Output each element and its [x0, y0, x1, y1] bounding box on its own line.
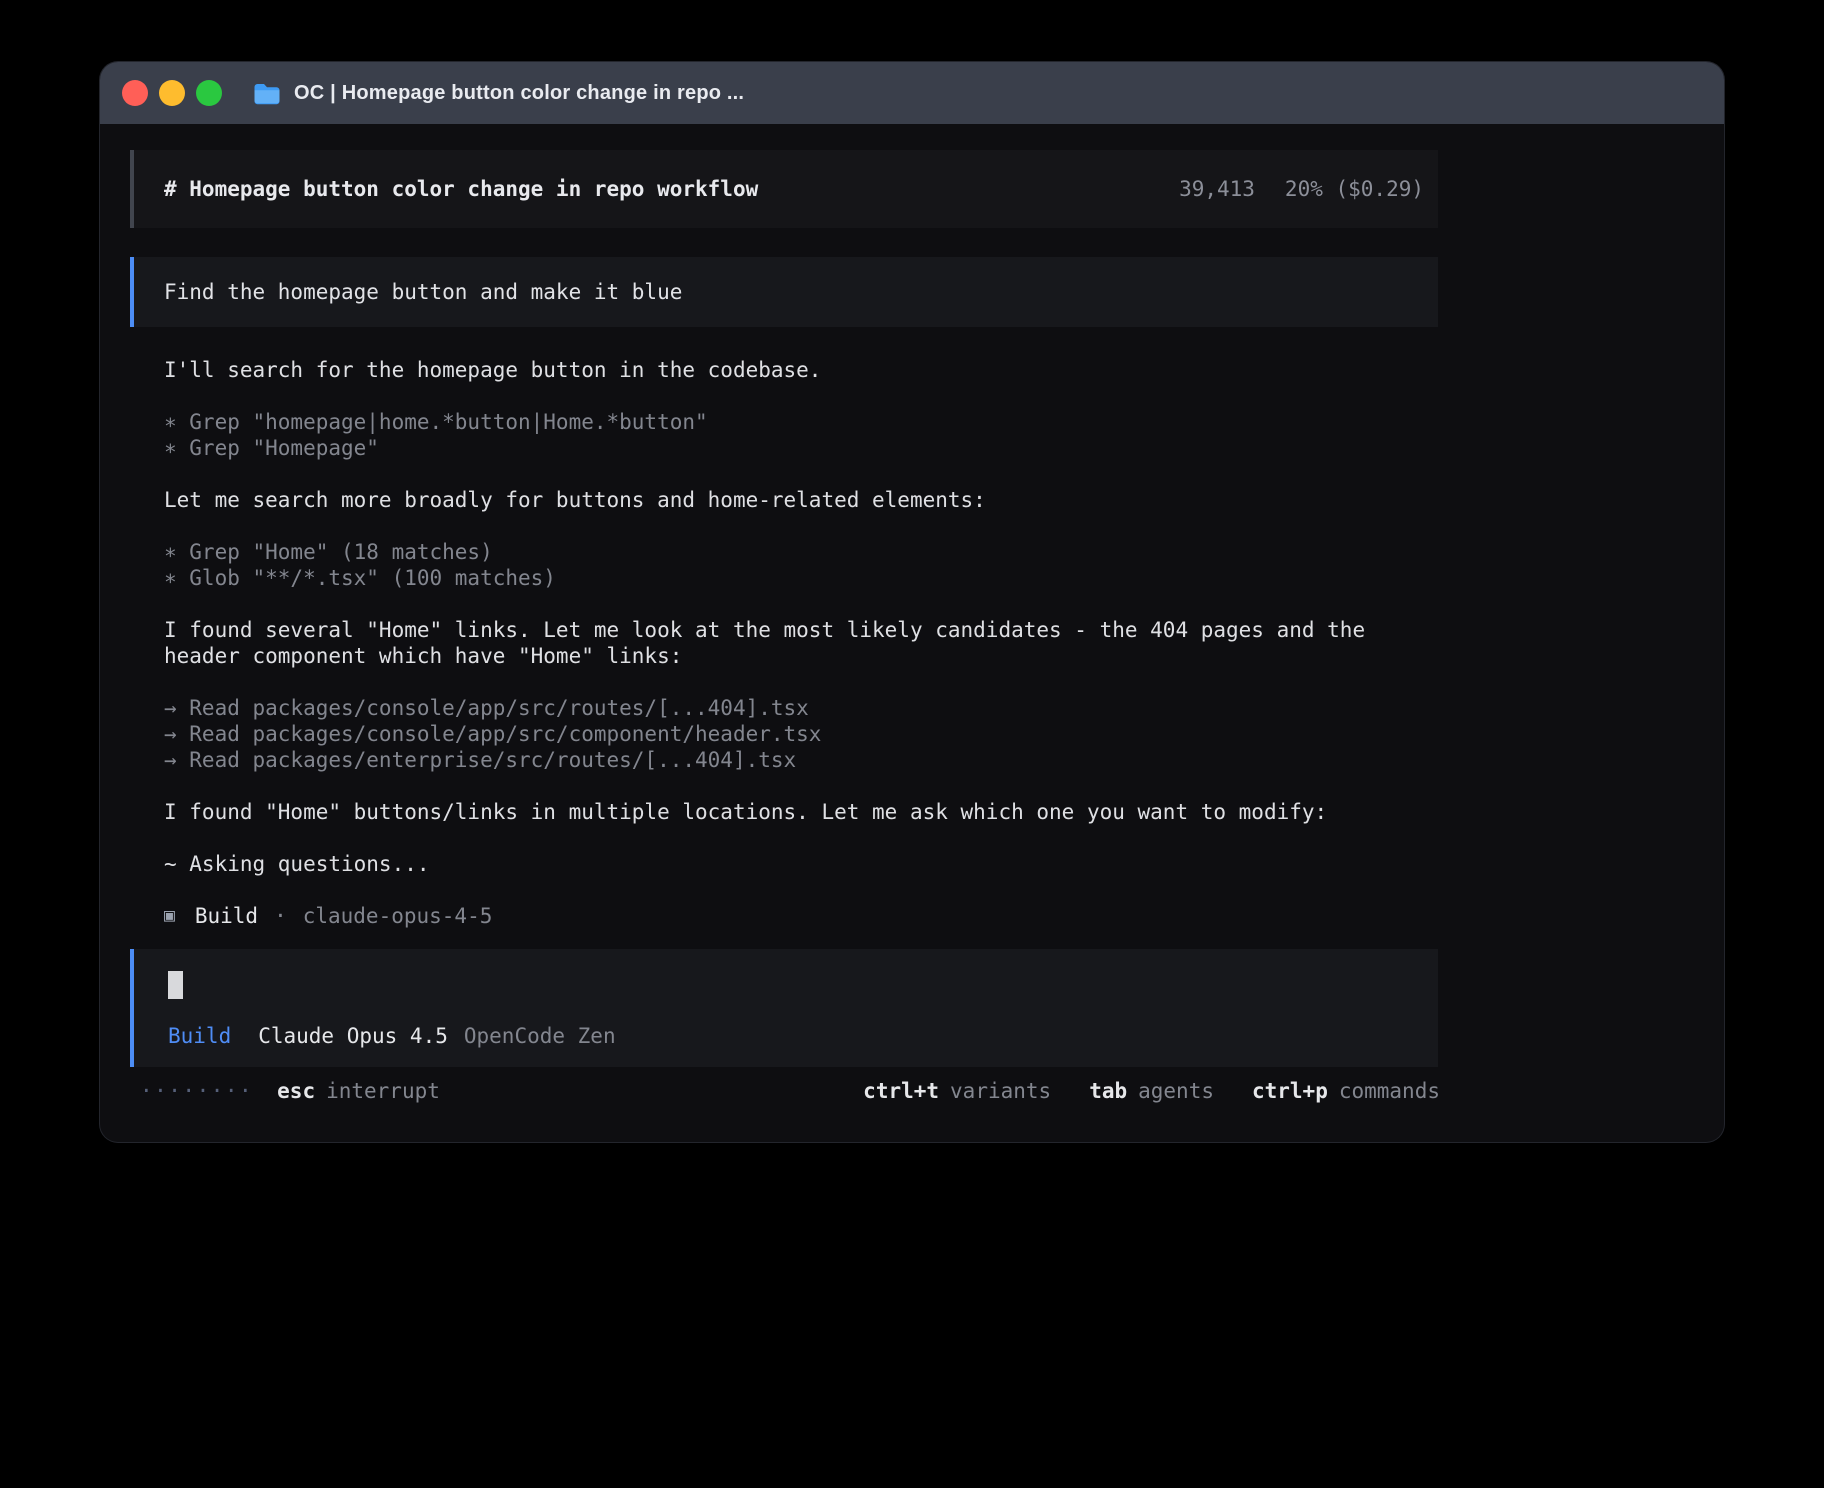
assistant-response: I'll search for the homepage button in t… — [130, 357, 1434, 929]
text-cursor — [168, 971, 183, 999]
status-bar-right: ctrl+t variants tab agents ctrl+p comman… — [863, 1078, 1440, 1104]
assistant-text: I found several "Home" links. Let me loo… — [164, 617, 1434, 669]
close-button[interactable] — [122, 80, 148, 106]
shortcut-variants: ctrl+t variants — [863, 1078, 1051, 1104]
spinner-icon: ········ — [140, 1078, 253, 1104]
tool-call-grep: ∗ Grep "Home" (18 matches) — [164, 539, 1434, 565]
shortcut-commands: ctrl+p commands — [1252, 1078, 1440, 1104]
shortcut-label: commands — [1339, 1078, 1440, 1104]
token-count: 39,413 — [1179, 176, 1255, 202]
titlebar: OC | Homepage button color change in rep… — [100, 62, 1724, 124]
input-status-row: Build Claude Opus 4.5 OpenCode Zen — [168, 1023, 1438, 1049]
tool-call-read: → Read packages/enterprise/src/routes/[.… — [164, 747, 1434, 773]
agent-mode-label[interactable]: Build — [168, 1023, 231, 1049]
tool-call-read: → Read packages/console/app/src/routes/[… — [164, 695, 1434, 721]
shortcut-key: ctrl+t — [863, 1078, 939, 1104]
esc-key-label: interrupt — [326, 1078, 440, 1104]
user-message-text: Find the homepage button and make it blu… — [164, 279, 682, 305]
session-title: # Homepage button color change in repo w… — [164, 176, 758, 202]
folder-icon — [253, 82, 281, 105]
shortcut-key: tab — [1089, 1078, 1127, 1104]
prompt-input[interactable]: Build Claude Opus 4.5 OpenCode Zen — [130, 949, 1438, 1067]
shortcut-key: ctrl+p — [1252, 1078, 1328, 1104]
minimize-button[interactable] — [159, 80, 185, 106]
agent-name: Build — [195, 903, 258, 929]
terminal-window: OC | Homepage button color change in rep… — [100, 62, 1724, 1142]
status-bar-left: ········ esc interrupt — [130, 1078, 440, 1104]
assistant-text: I found "Home" buttons/links in multiple… — [164, 799, 1434, 825]
fullscreen-button[interactable] — [196, 80, 222, 106]
tool-call-glob: ∗ Glob "**/*.tsx" (100 matches) — [164, 565, 1434, 591]
window-title: OC | Homepage button color change in rep… — [294, 82, 744, 105]
agent-icon: ▣ — [164, 903, 175, 929]
tool-call-grep: ∗ Grep "Homepage" — [164, 435, 1434, 461]
tool-call-grep: ∗ Grep "homepage|home.*button|Home.*butt… — [164, 409, 1434, 435]
model-label[interactable]: Claude Opus 4.5 — [258, 1023, 448, 1049]
assistant-text: Let me search more broadly for buttons a… — [164, 487, 1434, 513]
status-bar: ········ esc interrupt ctrl+t variants t… — [130, 1078, 1440, 1104]
tool-call-group: ∗ Grep "homepage|home.*button|Home.*butt… — [164, 409, 1434, 461]
agent-status-line: ▣ Build · claude-opus-4-5 — [164, 903, 1434, 929]
esc-key-hint: esc — [277, 1078, 315, 1104]
tool-call-group: ∗ Grep "Home" (18 matches) ∗ Glob "**/*.… — [164, 539, 1434, 591]
tool-call-read: → Read packages/console/app/src/componen… — [164, 721, 1434, 747]
user-message: Find the homepage button and make it blu… — [130, 257, 1438, 327]
session-header: # Homepage button color change in repo w… — [130, 150, 1438, 228]
terminal-content: # Homepage button color change in repo w… — [130, 124, 1438, 1067]
model-name: claude-opus-4-5 — [303, 903, 493, 929]
separator-dot: · — [274, 903, 287, 929]
shortcut-label: variants — [950, 1078, 1051, 1104]
shortcut-label: agents — [1138, 1078, 1214, 1104]
shortcut-agents: tab agents — [1089, 1078, 1214, 1104]
tool-call-group: → Read packages/console/app/src/routes/[… — [164, 695, 1434, 773]
assistant-text: I'll search for the homepage button in t… — [164, 357, 1434, 383]
provider-label: OpenCode Zen — [464, 1023, 616, 1049]
session-stats: 39,413 20% ($0.29) — [1179, 176, 1424, 202]
assistant-status-text: ~ Asking questions... — [164, 851, 1434, 877]
context-percent-cost: 20% ($0.29) — [1285, 176, 1424, 202]
